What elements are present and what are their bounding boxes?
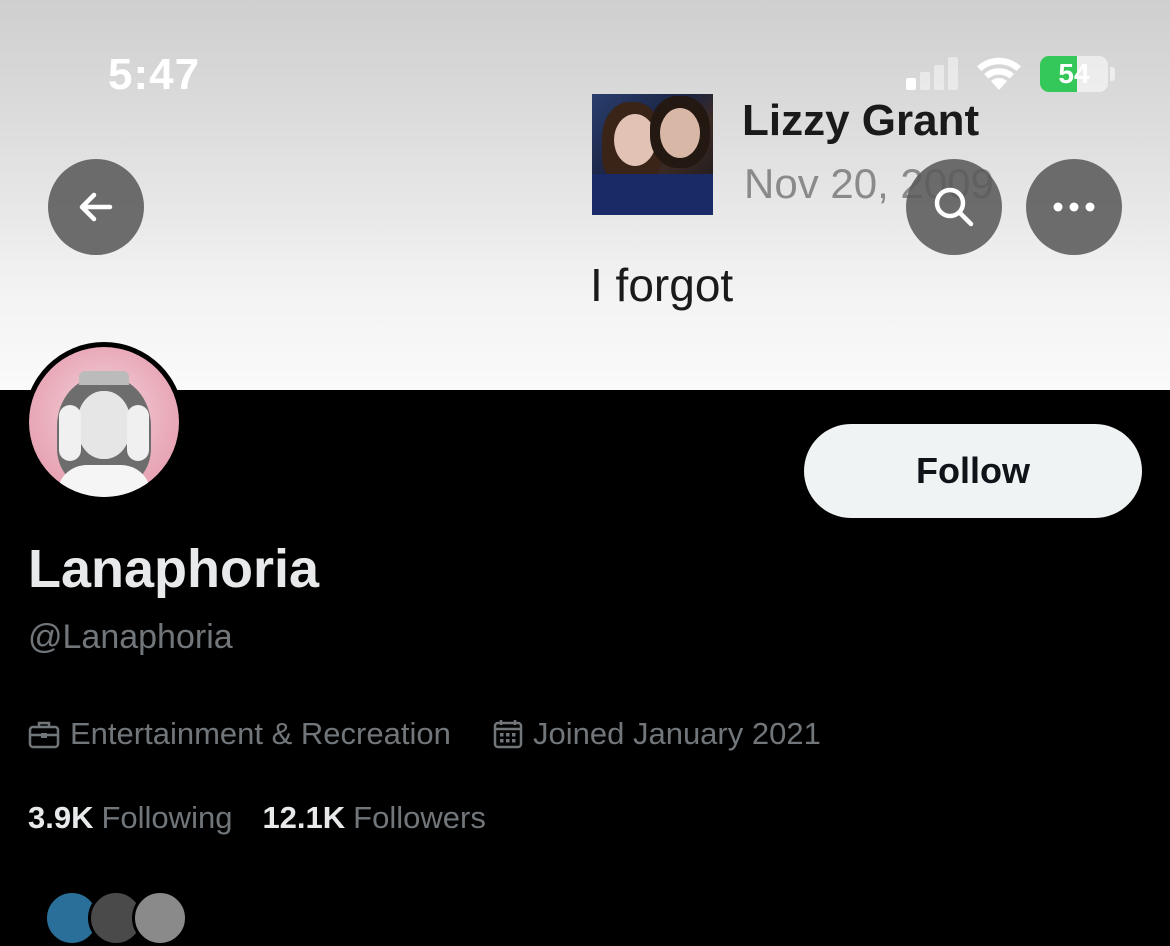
search-icon [934,187,974,227]
battery-tip [1110,67,1115,81]
back-button[interactable] [48,159,144,255]
tweet-author-photo [592,94,713,215]
profile-handle: @Lanaphoria [28,618,233,656]
followers-label: Followers [353,800,486,835]
wifi-icon [977,57,1021,90]
profile-joined-label: Joined January 2021 [533,716,821,751]
search-button[interactable] [906,159,1002,255]
following-label: Following [101,800,233,835]
battery-icon: 54 [1040,56,1108,92]
avatar-image [29,347,179,497]
profile-category-label: Entertainment & Recreation [70,716,451,751]
more-horizontal-icon [1053,202,1095,212]
signal-icon [906,56,962,90]
followers-count: 12.1K [262,800,346,835]
more-button[interactable] [1026,159,1122,255]
followers-link[interactable]: 12.1K Followers [262,800,485,836]
followed-by-avatars[interactable] [44,890,188,946]
arrow-left-icon [79,192,113,222]
following-count: 3.9K [28,800,94,835]
banner-tweet-author: Lizzy Grant [742,96,980,145]
following-link[interactable]: 3.9K Following [28,800,232,836]
calendar-icon [493,720,523,749]
followed-by-avatar [132,890,188,946]
briefcase-icon [28,721,60,749]
banner-tweet-text: I forgot [590,259,734,311]
profile-avatar[interactable] [24,342,184,502]
profile-stats: 3.9K Following 12.1K Followers [28,800,516,836]
battery-level: 54 [1058,58,1090,89]
profile-joined: Joined January 2021 [493,716,821,752]
profile-display-name: Lanaphoria [28,539,320,599]
follow-button[interactable]: Follow [804,424,1142,518]
status-time: 5:47 [108,50,201,99]
profile-category: Entertainment & Recreation [28,716,451,752]
